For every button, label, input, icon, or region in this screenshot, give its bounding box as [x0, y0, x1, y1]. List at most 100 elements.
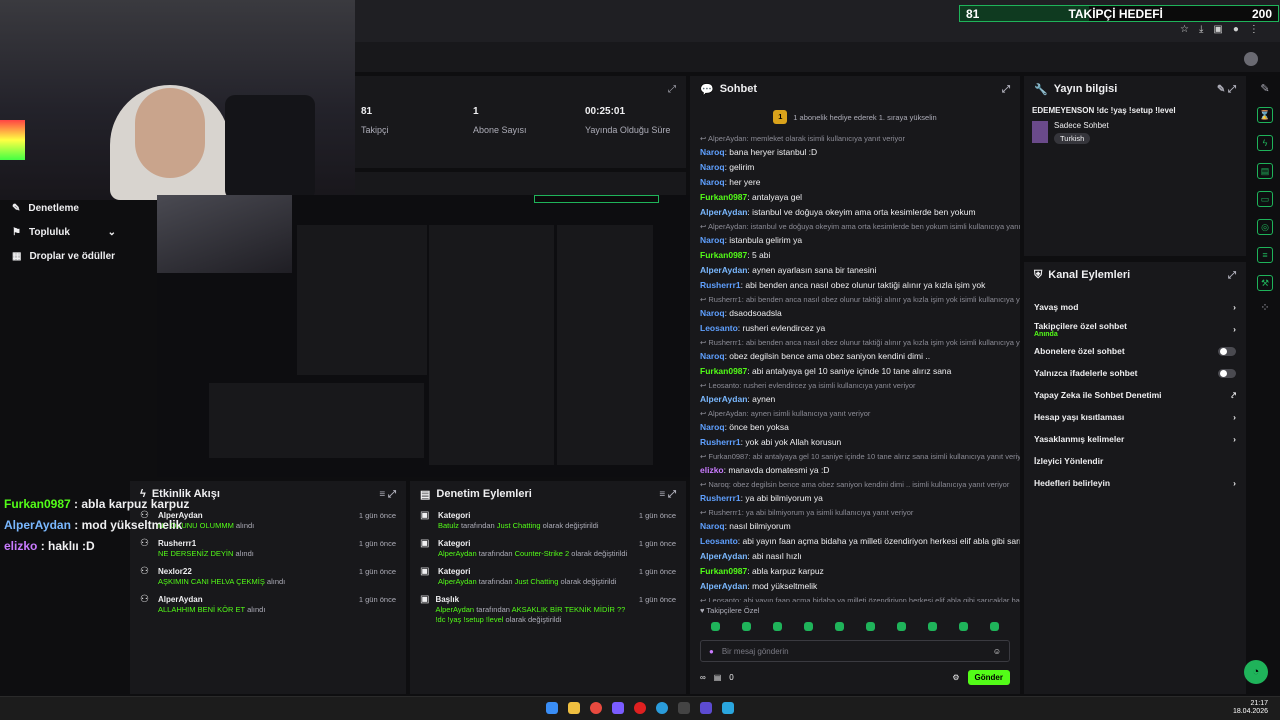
- toggle-switch[interactable]: [1218, 346, 1236, 356]
- moderation-actor[interactable]: AlperAydan: [435, 605, 476, 614]
- steam-icon[interactable]: [722, 702, 734, 714]
- download-icon[interactable]: ⤓: [1199, 24, 1203, 35]
- emote-icon[interactable]: [742, 622, 751, 631]
- channel-action-row[interactable]: Yavaş mod ›: [1024, 296, 1246, 318]
- chat-username[interactable]: Naroq: [700, 177, 725, 187]
- channel-action-row[interactable]: Takipçilere özel sohbet Anında ›: [1024, 318, 1246, 340]
- chat-username[interactable]: Naroq: [700, 351, 725, 361]
- apps-icon[interactable]: ⁘: [1250, 301, 1280, 314]
- pinned-sub-gift[interactable]: 1 1 abonelik hediye ederek 1. sıraya yük…: [690, 102, 1020, 132]
- chat-username[interactable]: AlperAydan: [700, 207, 747, 217]
- chat-message[interactable]: Naroq: nasıl bilmiyorum: [690, 519, 1020, 534]
- activity-user[interactable]: AlperAydan: [158, 595, 265, 605]
- emote-icon[interactable]: [866, 622, 875, 631]
- chat-message[interactable]: Furkan0987: antalyaya gel: [690, 190, 1020, 205]
- chat-username[interactable]: Rusherrr1: [700, 437, 741, 447]
- chat-message[interactable]: Naroq: istanbula gelirim ya: [690, 233, 1020, 248]
- chat-username[interactable]: Naroq: [700, 235, 725, 245]
- rail-chat-icon[interactable]: ▭: [1257, 191, 1273, 207]
- sidebar-item-community[interactable]: ⚑ Topluluk ⌄: [0, 220, 130, 244]
- chat-message[interactable]: Naroq: gelirim: [690, 160, 1020, 175]
- bookmark-star-icon[interactable]: ☆: [1180, 24, 1189, 35]
- pencil-icon[interactable]: ✎: [1250, 82, 1280, 95]
- gift-box-icon[interactable]: ▤: [714, 673, 722, 682]
- emote-icon[interactable]: [990, 622, 999, 631]
- microphone-icon[interactable]: ●: [709, 647, 714, 656]
- expand-icon[interactable]: ⤢: [668, 84, 676, 95]
- chat-username[interactable]: Leosanto: [700, 323, 738, 333]
- channel-action-row[interactable]: Abonelere özel sohbet: [1024, 340, 1246, 362]
- chat-message[interactable]: Naroq: önce ben yoksa: [690, 420, 1020, 435]
- floating-chat-icon[interactable]: ◔: [1244, 660, 1268, 684]
- profile-icon[interactable]: ●: [1233, 24, 1239, 35]
- extension-icon[interactable]: ▣: [1213, 24, 1222, 35]
- menu-dots-icon[interactable]: ⋮: [1249, 24, 1259, 35]
- send-button[interactable]: Gönder: [967, 670, 1010, 685]
- chat-message[interactable]: Leosanto: abi yayın faan açma bidaha ya …: [690, 534, 1020, 549]
- moderation-actor[interactable]: AlperAydan: [438, 549, 479, 558]
- edge-icon[interactable]: [656, 702, 668, 714]
- expand-icon[interactable]: ⤢: [1002, 84, 1010, 95]
- start-icon[interactable]: [546, 702, 558, 714]
- emote-icon[interactable]: [897, 622, 906, 631]
- chat-username[interactable]: AlperAydan: [700, 394, 747, 404]
- chat-message[interactable]: elizko: manavda domatesmi ya :D: [690, 463, 1020, 478]
- sidebar-item-drops[interactable]: ▦ Droplar ve ödüller: [0, 244, 130, 268]
- chat-username[interactable]: Naroq: [700, 308, 725, 318]
- emote-icon[interactable]: [835, 622, 844, 631]
- chat-username[interactable]: Naroq: [700, 162, 725, 172]
- chat-username[interactable]: AlperAydan: [700, 265, 747, 275]
- clock[interactable]: 21:17 18.04.2026: [1233, 700, 1268, 716]
- chrome-icon[interactable]: [590, 702, 602, 714]
- chat-message-list[interactable]: ↩ AlperAydan: memleket olarak isimli kul…: [690, 132, 1020, 602]
- chat-username[interactable]: Furkan0987: [700, 366, 747, 376]
- language-tag[interactable]: Turkish: [1054, 133, 1091, 144]
- chat-username[interactable]: Furkan0987: [700, 250, 747, 260]
- edit-pencil-icon[interactable]: ✎ ⤢: [1217, 84, 1236, 95]
- chat-username[interactable]: Naroq: [700, 521, 725, 531]
- chat-message[interactable]: Rusherrr1: yok abi yok Allah korusun: [690, 435, 1020, 450]
- infinity-icon[interactable]: ∞: [700, 673, 706, 682]
- chat-message[interactable]: Naroq: dsaodsoadsla: [690, 306, 1020, 321]
- obs-icon[interactable]: [700, 702, 712, 714]
- chat-message[interactable]: AlperAydan: istanbul ve doğuya okeyim am…: [690, 205, 1020, 220]
- opera-icon[interactable]: [634, 702, 646, 714]
- rail-wrench-icon[interactable]: ⚒: [1257, 275, 1273, 291]
- rail-bolt-icon[interactable]: ϟ: [1257, 135, 1273, 151]
- emote-icon[interactable]: [804, 622, 813, 631]
- chat-message[interactable]: Rusherrr1: ya abi bilmiyorum ya: [690, 491, 1020, 506]
- chat-message[interactable]: Naroq: her yere: [690, 175, 1020, 190]
- chat-message[interactable]: Leosanto: rusheri evlendircez ya: [690, 321, 1020, 336]
- toggle-switch[interactable]: [1218, 368, 1236, 378]
- channel-action-row[interactable]: Hedefleri belirleyin ›: [1024, 472, 1246, 494]
- activity-user[interactable]: Nexlor22: [158, 567, 285, 577]
- chat-username[interactable]: Naroq: [700, 147, 725, 157]
- moderation-actor[interactable]: AlperAydan: [438, 577, 479, 586]
- moderation-actor[interactable]: Batulz: [438, 521, 461, 530]
- chat-message[interactable]: Furkan0987: abla karpuz karpuz: [690, 564, 1020, 579]
- channel-action-row[interactable]: Yasaklanmış kelimeler ›: [1024, 428, 1246, 450]
- app-icon[interactable]: [612, 702, 624, 714]
- avatar[interactable]: [1244, 52, 1258, 66]
- chat-message[interactable]: Naroq: bana heryer istanbul :D: [690, 145, 1020, 160]
- chat-username[interactable]: Furkan0987: [700, 192, 747, 202]
- rail-broadcast-icon[interactable]: ◎: [1257, 219, 1273, 235]
- chat-username[interactable]: Furkan0987: [700, 566, 747, 576]
- chat-username[interactable]: Rusherrr1: [700, 280, 741, 290]
- chat-username[interactable]: AlperAydan: [700, 551, 747, 561]
- chat-username[interactable]: Rusherrr1: [700, 493, 741, 503]
- filter-icon[interactable]: ≡ ⤢: [659, 489, 676, 500]
- chat-message[interactable]: Furkan0987: abi antalyaya gel 10 saniye …: [690, 364, 1020, 379]
- rail-timer-icon[interactable]: ⌛: [1257, 107, 1273, 123]
- channel-action-row[interactable]: İzleyici Yönlendir: [1024, 450, 1246, 472]
- filter-icon[interactable]: ≡ ⤢: [379, 489, 396, 500]
- channel-action-row[interactable]: Yalnızca ifadelerle sohbet: [1024, 362, 1246, 384]
- chat-message[interactable]: AlperAydan: aynen ayarlasın sana bir tan…: [690, 263, 1020, 278]
- chat-message[interactable]: AlperAydan: aynen: [690, 392, 1020, 407]
- chat-username[interactable]: Naroq: [700, 422, 725, 432]
- channel-action-row[interactable]: Hesap yaşı kısıtlaması ›: [1024, 406, 1246, 428]
- chat-username[interactable]: elizko: [700, 465, 724, 475]
- chat-message[interactable]: Furkan0987: 5 abi: [690, 248, 1020, 263]
- rail-doc-icon[interactable]: ▤: [1257, 163, 1273, 179]
- chat-message[interactable]: AlperAydan: mod yükseltmelik: [690, 579, 1020, 594]
